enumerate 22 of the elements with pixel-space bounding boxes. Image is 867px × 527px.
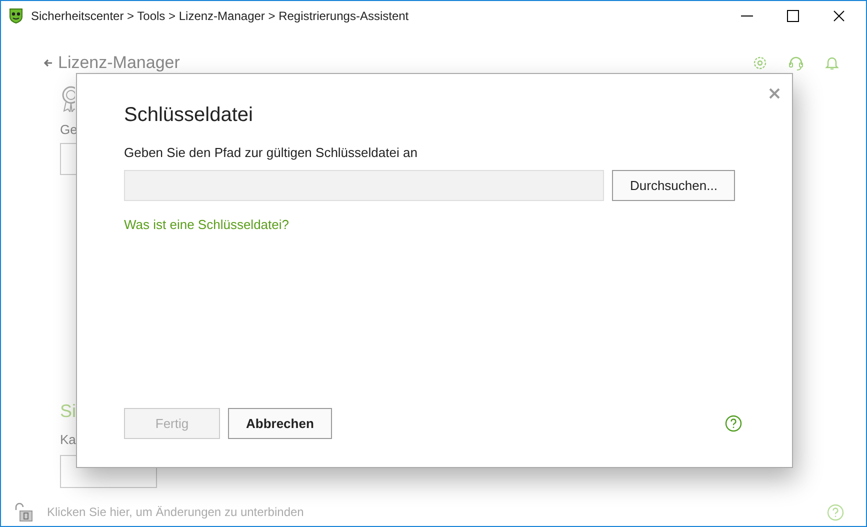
section-heading: Si xyxy=(60,401,76,422)
bell-icon[interactable] xyxy=(824,55,840,71)
back-arrow-icon xyxy=(43,58,53,68)
browse-button[interactable]: Durchsuchen... xyxy=(612,170,736,201)
help-icon[interactable] xyxy=(827,504,844,520)
help-link[interactable]: Was ist eine Schlüsseldatei? xyxy=(124,217,289,232)
help-icon[interactable] xyxy=(725,415,742,432)
headset-icon[interactable] xyxy=(788,55,804,71)
app-logo-icon xyxy=(8,8,24,24)
close-icon[interactable] xyxy=(833,10,845,22)
section-text: Ka xyxy=(60,432,76,447)
path-field[interactable] xyxy=(124,170,604,201)
dialog-title: Schlüsseldatei xyxy=(124,104,254,127)
lock-link[interactable]: Klicken Sie hier, um Änderungen zu unterbinden xyxy=(13,502,304,522)
cancel-button[interactable]: Abbrechen xyxy=(228,408,332,439)
field-label: Ge xyxy=(60,122,78,137)
window-title: Sicherheitscenter > Tools > Lizenz-Manager > Registrierungs-Assistent xyxy=(31,9,409,23)
settings-icon[interactable] xyxy=(752,55,768,71)
back-link[interactable]: Lizenz-Manager xyxy=(43,53,180,73)
lock-icon xyxy=(13,502,35,522)
maximize-icon[interactable] xyxy=(787,10,799,22)
prompt-text: Geben Sie den Pfad zur gültigen Schlüsseldatei an xyxy=(124,145,418,160)
